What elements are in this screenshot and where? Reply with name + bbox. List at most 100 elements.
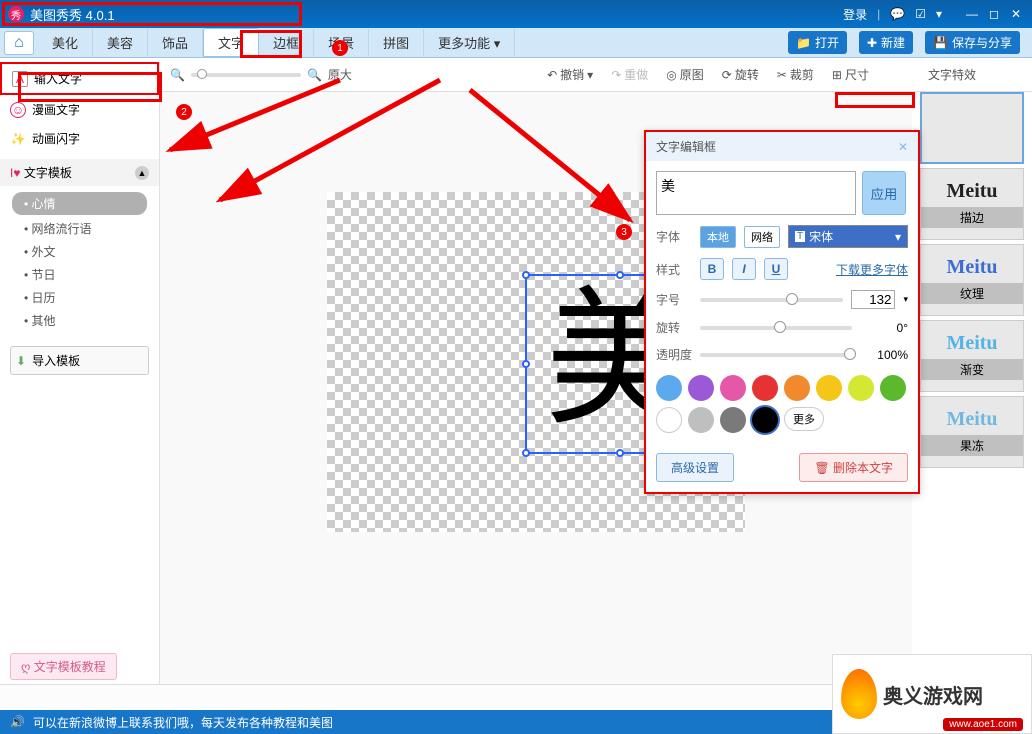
size-input[interactable] xyxy=(851,290,895,309)
color-swatch[interactable] xyxy=(848,375,874,401)
text-edit-popup: 文字编辑框 ✕ 美 应用 字体 本地 网络 T 宋体 ▾ 样式 B I U 下载… xyxy=(644,130,920,494)
new-button[interactable]: ✚ 新建 xyxy=(859,31,913,54)
color-swatch[interactable] xyxy=(656,375,682,401)
color-swatch[interactable] xyxy=(720,407,746,433)
font-local-tab[interactable]: 本地 xyxy=(700,226,736,248)
handle-ml[interactable] xyxy=(522,360,530,368)
color-swatch[interactable] xyxy=(880,375,906,401)
template-tutorial-button[interactable]: ღ 文字模板教程 xyxy=(10,653,117,680)
weibo-message: 可以在新浪微博上联系我们哦，每天发布各种教程和美图 xyxy=(33,714,333,731)
restore-button[interactable]: ◻ xyxy=(986,7,1002,21)
watermark-logo: 奥义游戏网 www.aoe1.com xyxy=(832,654,1032,734)
rotate-value: 0° xyxy=(860,321,908,335)
home-tab[interactable]: ⌂ xyxy=(4,31,34,55)
color-swatch[interactable] xyxy=(816,375,842,401)
crop-button[interactable]: ✂ 裁剪 xyxy=(772,64,819,85)
effect-label: 渐变 xyxy=(921,359,1023,380)
comic-text-label: 漫画文字 xyxy=(32,101,80,118)
input-text-label: 输入文字 xyxy=(34,70,82,87)
italic-button[interactable]: I xyxy=(732,258,756,280)
close-button[interactable]: ✕ xyxy=(1008,7,1024,21)
settings-icon[interactable]: ☑ xyxy=(915,7,926,21)
color-swatch[interactable] xyxy=(720,375,746,401)
rotate-slider[interactable] xyxy=(700,326,852,330)
collapse-icon[interactable]: ▲ xyxy=(135,166,149,180)
anim-text-item[interactable]: ✨ 动画闪字 xyxy=(0,124,159,153)
color-swatch[interactable] xyxy=(784,375,810,401)
login-link[interactable]: 登录 xyxy=(843,6,867,23)
undo-button[interactable]: ↶ 撤销 ▾ xyxy=(542,64,598,85)
underline-button[interactable]: U xyxy=(764,258,788,280)
original-button[interactable]: ◎ 原图 xyxy=(661,64,709,85)
handle-bm[interactable] xyxy=(616,449,624,457)
font-select[interactable]: T 宋体 ▾ xyxy=(788,225,908,248)
opacity-slider[interactable] xyxy=(700,353,852,357)
tree-foreign[interactable]: • 外文 xyxy=(0,240,159,263)
tab-more[interactable]: 更多功能 ▾ xyxy=(424,29,515,56)
save-share-button[interactable]: 💾 保存与分享 xyxy=(925,31,1020,54)
color-swatch[interactable] xyxy=(688,375,714,401)
advanced-button[interactable]: 高级设置 xyxy=(656,453,734,482)
tab-scene[interactable]: 场景 xyxy=(314,29,369,56)
comic-text-item[interactable]: ☺ 漫画文字 xyxy=(0,95,159,124)
effects-title: 文字特效 xyxy=(882,66,1022,83)
style-label: 样式 xyxy=(656,261,692,278)
color-swatch-selected[interactable] xyxy=(752,407,778,433)
tab-makeup[interactable]: 美容 xyxy=(93,29,148,56)
tree-mood[interactable]: • 心情 xyxy=(12,192,147,215)
zoom-in-icon[interactable]: 🔍 xyxy=(307,68,322,82)
tree-other[interactable]: • 其他 xyxy=(0,309,159,332)
effect-label: 果冻 xyxy=(921,435,1023,456)
popup-close-icon[interactable]: ✕ xyxy=(898,140,908,154)
minimize-button[interactable]: — xyxy=(964,7,980,21)
main-tabs: ⌂ 美化 美容 饰品 文字 边框 场景 拼图 更多功能 ▾ 📁 打开 ✚ 新建 … xyxy=(0,28,1032,58)
effect-jelly[interactable]: Meitu 果冻 xyxy=(920,396,1024,468)
size-slider[interactable] xyxy=(700,298,843,302)
feedback-icon[interactable]: 💬 xyxy=(890,7,905,21)
tab-beautify[interactable]: 美化 xyxy=(38,29,93,56)
handle-bl[interactable] xyxy=(522,449,530,457)
menu-icon[interactable]: ▾ xyxy=(936,7,942,21)
font-label: 字体 xyxy=(656,228,692,245)
effect-gradient[interactable]: Meitu 渐变 xyxy=(920,320,1024,392)
tree-net-slang[interactable]: • 网络流行语 xyxy=(0,217,159,240)
color-swatch[interactable] xyxy=(656,407,682,433)
effect-texture[interactable]: Meitu 纹理 xyxy=(920,244,1024,316)
effect-label: 描边 xyxy=(921,207,1023,228)
effect-none[interactable] xyxy=(920,92,1024,164)
zoom-slider[interactable] xyxy=(191,73,301,77)
tab-accessory[interactable]: 饰品 xyxy=(148,29,203,56)
size-button[interactable]: ⊞ 尺寸 xyxy=(827,64,874,85)
text-input[interactable]: 美 xyxy=(656,171,856,215)
opacity-value: 100% xyxy=(860,348,908,362)
speaker-icon: 🔊 xyxy=(10,715,25,729)
tree-calendar[interactable]: • 日历 xyxy=(0,286,159,309)
tree-holiday[interactable]: • 节日 xyxy=(0,263,159,286)
redo-button[interactable]: ↷ 重做 xyxy=(606,64,653,85)
import-template-button[interactable]: ⬇ 导入模板 xyxy=(10,346,149,375)
apply-button[interactable]: 应用 xyxy=(862,171,906,215)
template-section-header[interactable]: I♥ 文字模板 ▲ xyxy=(0,159,159,186)
color-swatch[interactable] xyxy=(752,375,778,401)
tab-text[interactable]: 文字 xyxy=(203,28,259,57)
handle-tm[interactable] xyxy=(616,271,624,279)
color-swatch[interactable] xyxy=(688,407,714,433)
original-size-button[interactable]: 原大 xyxy=(328,66,352,83)
font-network-tab[interactable]: 网络 xyxy=(744,226,780,248)
handle-tl[interactable] xyxy=(522,271,530,279)
more-fonts-link[interactable]: 下载更多字体 xyxy=(836,261,908,278)
effect-stroke[interactable]: Meitu 描边 xyxy=(920,168,1024,240)
bold-button[interactable]: B xyxy=(700,258,724,280)
rotate-button[interactable]: ⟳ 旋转 xyxy=(717,64,764,85)
input-text-item[interactable]: A 输入文字 xyxy=(0,62,159,95)
delete-text-button[interactable]: 🗑 删除本文字 xyxy=(799,453,908,482)
effect-preview: Meitu xyxy=(946,256,997,279)
text-a-icon: A xyxy=(12,71,28,87)
open-button[interactable]: 📁 打开 xyxy=(788,31,847,54)
size-dropdown-icon[interactable]: ▾ xyxy=(903,294,908,305)
tab-border[interactable]: 边框 xyxy=(259,29,314,56)
more-colors-button[interactable]: 更多 xyxy=(784,407,824,431)
tab-collage[interactable]: 拼图 xyxy=(369,29,424,56)
zoom-out-icon[interactable]: 🔍 xyxy=(170,68,185,82)
app-logo-icon: 秀 xyxy=(8,6,24,22)
